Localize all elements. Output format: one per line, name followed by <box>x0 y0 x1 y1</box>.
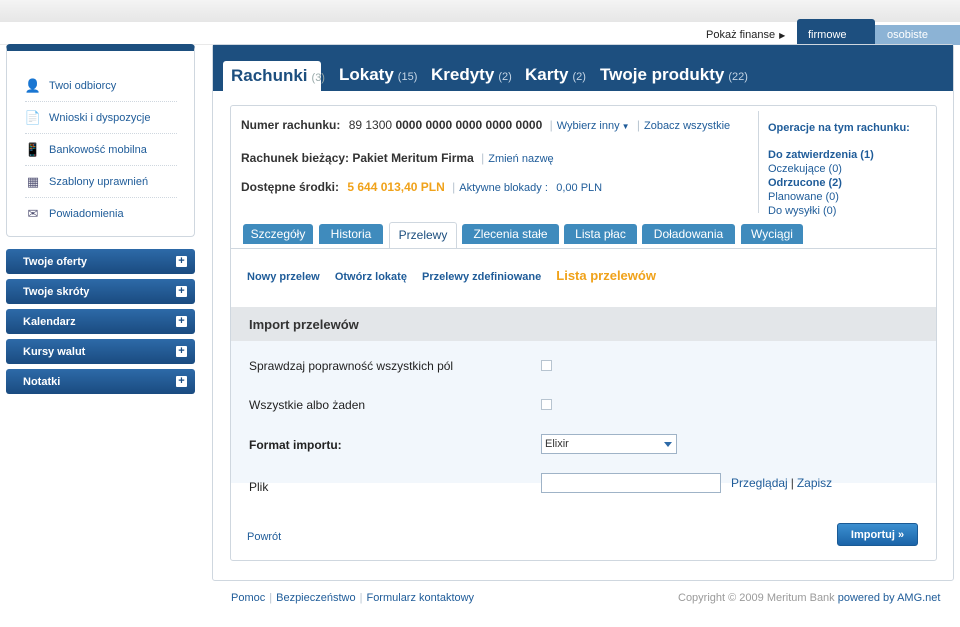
account-operations: Operacje na tym rachunku: Do zatwierdzen… <box>758 111 928 217</box>
file-label: Plik <box>249 480 269 494</box>
person-icon: 👤 <box>24 77 42 93</box>
rename-link[interactable]: Zmień nazwę <box>488 153 553 165</box>
available-funds-value: 5 644 013,40 PLN <box>347 180 445 194</box>
mobile-phone-icon: 📱 <box>24 141 42 157</box>
active-blocks-value: 0,00 PLN <box>556 182 603 194</box>
defined-transfers-link[interactable]: Przelewy zdefiniowane <box>422 271 541 283</box>
arrow-right-icon: ▶ <box>779 31 786 40</box>
check-all-fields-label: Sprawdzaj poprawność wszystkich pól <box>249 359 454 373</box>
sidebar-quick-links: 👤 Twoi odbiorcy 📄 Wnioski i dyspozycje 📱 Ba… <box>6 44 195 237</box>
help-link[interactable]: Pomoc <box>231 592 265 604</box>
new-transfer-link[interactable]: Nowy przelew <box>247 271 320 283</box>
tab-topups[interactable]: Doładowania <box>642 224 735 244</box>
accordion-notes[interactable]: Notatki + <box>6 369 195 394</box>
account-panel: Numer rachunku: 89 1300 0000 0000 0000 0… <box>230 105 937 561</box>
ops-planned[interactable]: Planowane (0) <box>768 190 928 204</box>
all-or-none-checkbox[interactable] <box>541 399 552 410</box>
all-or-none-label: Wszystkie albo żaden <box>249 398 366 412</box>
sidebar-item-recipients[interactable]: 👤 Twoi odbiorcy <box>25 70 177 102</box>
import-button[interactable]: Importuj » <box>837 523 918 546</box>
contact-form-link[interactable]: Formularz kontaktowy <box>366 592 474 604</box>
file-actions: Przeglądaj | Zapisz <box>731 476 833 490</box>
tab-loans[interactable]: Kredyty (2) <box>431 65 512 85</box>
sidebar-item-notifications[interactable]: ✉ Powiadomienia <box>25 198 177 230</box>
plus-icon: + <box>176 286 187 297</box>
security-link[interactable]: Bezpieczeństwo <box>276 592 356 604</box>
ops-rejected[interactable]: Odrzucone (2) <box>768 176 928 190</box>
tab-standing-orders[interactable]: Zlecenia stałe <box>462 224 559 244</box>
accordion-shortcuts[interactable]: Twoje skróty + <box>6 279 195 304</box>
ops-pending-approval[interactable]: Do zatwierdzenia (1) <box>768 148 928 162</box>
chevron-down-icon: ▼ <box>621 122 630 131</box>
account-type-row: Rachunek bieżący: Pakiet Meritum Firma |… <box>241 151 554 165</box>
back-link[interactable]: Powrót <box>247 531 281 543</box>
account-number-row: Numer rachunku: 89 1300 0000 0000 0000 0… <box>241 118 731 132</box>
check-all-fields-checkbox[interactable] <box>541 360 552 371</box>
ops-to-send[interactable]: Do wysyłki (0) <box>768 204 928 218</box>
browse-link[interactable]: Przeglądaj <box>731 476 788 490</box>
footer-copyright: Copyright © 2009 Meritum Bank powered by… <box>678 592 941 604</box>
tab-cards[interactable]: Karty (2) <box>525 65 586 85</box>
active-blocks-link[interactable]: Aktywne blokady : <box>459 182 548 194</box>
main-panel: Rachunki (3) Lokaty (15) Kredyty (2) Karty(… <box>212 44 954 581</box>
tab-payroll[interactable]: Lista płac <box>564 224 637 244</box>
accordion-exchange-rates[interactable]: Kursy walut + <box>6 339 195 364</box>
tab-statements[interactable]: Wyciągi <box>741 224 803 244</box>
file-input[interactable] <box>541 473 721 493</box>
tab-business[interactable]: firmowe <box>797 19 875 45</box>
accordion-calendar[interactable]: Kalendarz + <box>6 309 195 334</box>
open-deposit-link[interactable]: Otwórz lokatę <box>335 271 407 283</box>
tab-deposits[interactable]: Lokaty (15) <box>339 65 417 85</box>
sidebar-item-requests[interactable]: 📄 Wnioski i dyspozycje <box>25 102 177 134</box>
plus-icon: + <box>176 376 187 387</box>
tab-accounts[interactable]: Rachunki (3) <box>223 61 325 91</box>
plus-icon: + <box>176 316 187 327</box>
sidebar-item-mobile-banking[interactable]: 📱 Bankowość mobilna <box>25 134 177 166</box>
sidebar-item-permission-templates[interactable]: ▦ Szablony uprawnień <box>25 166 177 198</box>
available-funds-row: Dostępne środki: 5 644 013,40 PLN | Aktyw… <box>241 180 603 194</box>
transfer-list-current: Lista przelewów <box>556 268 656 283</box>
product-tabs-bar: Rachunki (3) Lokaty (15) Kredyty (2) Karty(… <box>213 45 953 91</box>
tab-your-products[interactable]: Twoje produkty (22) <box>600 65 748 85</box>
tab-private[interactable]: osobiste <box>875 25 960 45</box>
import-format-label: Format importu: <box>249 438 342 452</box>
powered-by-link[interactable]: powered by AMG.net <box>838 592 941 604</box>
accordion-your-offers[interactable]: Twoje oferty + <box>6 249 195 274</box>
tab-transfers[interactable]: Przelewy <box>389 222 457 249</box>
see-all-link[interactable]: Zobacz wszystkie <box>644 120 730 132</box>
ops-waiting[interactable]: Oczekujące (0) <box>768 162 928 176</box>
tab-history[interactable]: Historia <box>319 224 383 244</box>
org-chart-icon: ▦ <box>26 173 40 189</box>
transfer-actions: Nowy przelew Otwórz lokatę Przelewy zdef… <box>247 268 656 283</box>
import-format-select[interactable]: Elixir <box>541 434 677 454</box>
notification-icon: ✉ <box>27 206 39 221</box>
chevron-down-icon <box>664 442 672 447</box>
choose-other-link[interactable]: Wybierz inny <box>557 120 620 132</box>
subtabs-divider <box>231 248 936 249</box>
import-section-title: Import przelewów <box>231 307 936 341</box>
save-link[interactable]: Zapisz <box>797 476 832 490</box>
plus-icon: + <box>176 346 187 357</box>
plus-icon: + <box>176 256 187 267</box>
account-number: 0000 0000 0000 0000 0000 <box>395 118 543 132</box>
tab-details[interactable]: Szczegóły <box>243 224 313 244</box>
document-icon: 📄 <box>24 109 42 125</box>
show-finance-label: Pokaż finanse ▶ <box>706 29 786 41</box>
account-number-prefix: 89 1300 <box>348 118 393 132</box>
footer-links: Pomoc | Bezpieczeństwo | Formularz kontaktow… <box>231 592 475 604</box>
